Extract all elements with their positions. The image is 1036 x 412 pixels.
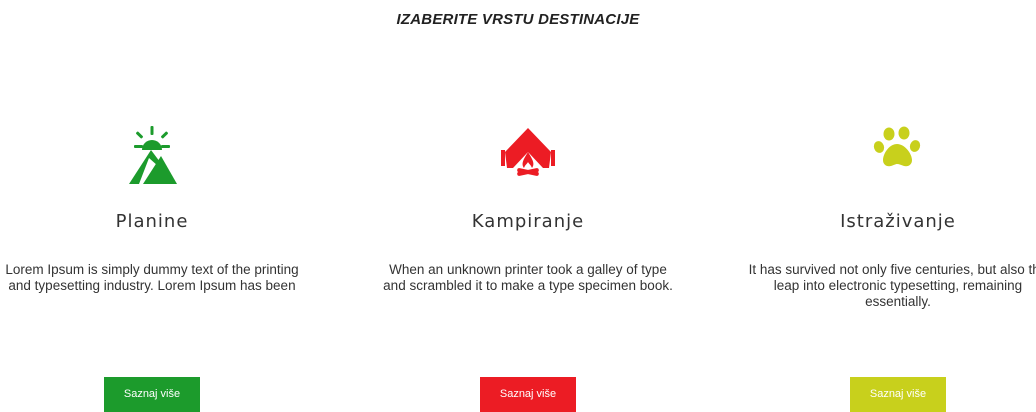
- card-description: When an unknown printer took a galley of…: [383, 262, 673, 293]
- card-title: Planine: [115, 211, 189, 232]
- destination-card-camping: Kampiranje When an unknown printer took …: [378, 122, 678, 412]
- paw-print-icon: [863, 122, 933, 186]
- learn-more-button-mountains[interactable]: Saznaj više: [104, 377, 200, 412]
- destination-card-mountains: Planine Lorem Ipsum is simply dummy text…: [2, 122, 302, 412]
- section-title: IZABERITE VRSTU DESTINACIJE: [396, 11, 640, 28]
- card-title: Istraživanje: [840, 211, 956, 232]
- card-description: Lorem Ipsum is simply dummy text of the …: [5, 262, 299, 293]
- learn-more-button-exploring[interactable]: Saznaj više: [850, 377, 946, 412]
- card-description: It has survived not only five centuries,…: [748, 262, 1036, 309]
- tent-campfire-icon: [493, 122, 563, 186]
- mountain-sun-icon: [117, 122, 187, 186]
- card-title: Kampiranje: [471, 211, 585, 232]
- learn-more-button-camping[interactable]: Saznaj više: [480, 377, 576, 412]
- destination-card-exploring: Istraživanje It has survived not only fi…: [748, 122, 1036, 412]
